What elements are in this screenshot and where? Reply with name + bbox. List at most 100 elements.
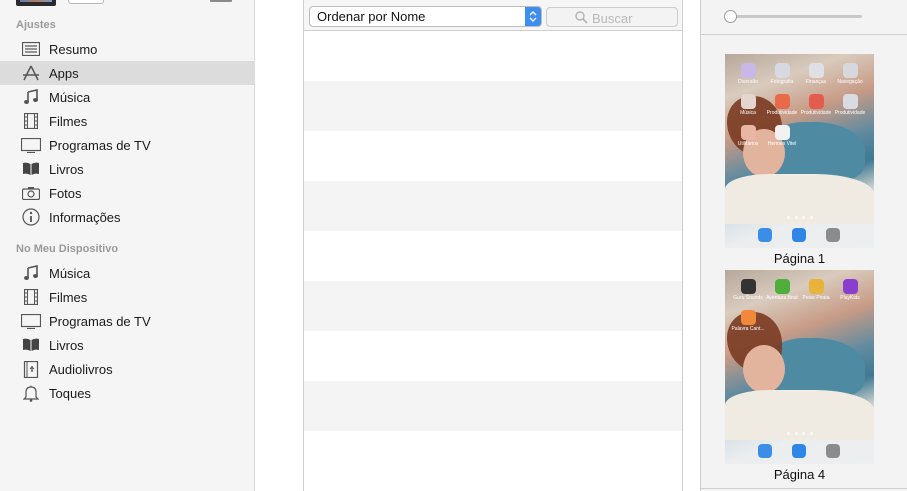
app-icon[interactable] xyxy=(741,279,756,294)
page-label: Página 4 xyxy=(773,467,826,482)
settings-gear-icon[interactable] xyxy=(826,228,840,242)
sidebar-item-device-toques[interactable]: Toques xyxy=(0,381,255,405)
sidebar-item-resumo[interactable]: Resumo xyxy=(0,37,255,61)
sidebar-item-label: Filmes xyxy=(49,289,88,305)
sidebar-item-label: Música xyxy=(49,89,91,105)
sidebar-item-livros[interactable]: Livros xyxy=(0,157,255,181)
app-icon[interactable] xyxy=(809,279,824,294)
sidebar-item-fotos[interactable]: Fotos xyxy=(0,181,255,205)
app-icon[interactable] xyxy=(775,125,790,140)
app-label: Navegação xyxy=(837,79,863,85)
zoom-slider[interactable] xyxy=(729,15,862,18)
tv-icon xyxy=(21,136,41,154)
sidebar-item-informacoes[interactable]: Informações xyxy=(0,205,255,229)
info-icon xyxy=(21,208,41,226)
mail-icon[interactable] xyxy=(792,444,806,458)
folder-icon[interactable] xyxy=(741,125,756,140)
search-input[interactable]: Buscar xyxy=(546,7,678,27)
sidebar-item-device-audiolivros[interactable]: Audiolivros xyxy=(0,357,255,381)
device-header xyxy=(0,0,255,10)
device-eject-button[interactable] xyxy=(68,0,104,4)
sidebar-item-device-filmes[interactable]: Filmes xyxy=(0,285,255,309)
app-label: Peixe Pirata xyxy=(802,295,830,301)
app-label: Música xyxy=(740,110,756,116)
book-icon xyxy=(21,160,41,178)
sidebar-item-label: Programas de TV xyxy=(49,137,151,153)
app-icon[interactable] xyxy=(843,279,858,294)
app-list-toolbar: Ordenar por Nome Buscar xyxy=(304,0,682,31)
sidebar-item-musica[interactable]: Música xyxy=(0,85,255,109)
folder-icon[interactable] xyxy=(741,63,756,78)
app-label: PlayKids xyxy=(840,295,860,301)
folder-icon[interactable] xyxy=(809,63,824,78)
home-screens-toolbar xyxy=(701,0,907,35)
search-placeholder: Buscar xyxy=(592,11,633,26)
section-header-settings: Ajustes xyxy=(16,19,56,31)
music-note-icon xyxy=(21,264,41,282)
list-row[interactable] xyxy=(304,381,682,431)
list-row[interactable] xyxy=(304,431,682,481)
zoom-slider-thumb[interactable] xyxy=(724,10,737,23)
film-icon xyxy=(21,288,41,306)
folder-icon[interactable] xyxy=(843,94,858,109)
sidebar-item-programas-de-tv[interactable]: Programas de TV xyxy=(0,133,255,157)
section-header-device: No Meu Dispositivo xyxy=(16,243,119,255)
list-row[interactable] xyxy=(304,231,682,281)
app-list-panel: Ordenar por Nome Buscar xyxy=(303,0,683,491)
safari-icon[interactable] xyxy=(758,444,772,458)
app-label: Palavra Cant... xyxy=(731,326,765,332)
book-icon xyxy=(21,336,41,354)
sidebar-item-device-programas-de-tv[interactable]: Programas de TV xyxy=(0,309,255,333)
home-page-1[interactable]: Diversão Fotografia Finanças Navegação M… xyxy=(725,54,874,270)
home-page-4[interactable]: Guru Sounds Aventura Bnut Peixe Pirata P… xyxy=(725,270,874,486)
sidebar-item-label: Filmes xyxy=(49,113,88,129)
sidebar-item-label: Música xyxy=(49,265,91,281)
sidebar-item-label: Resumo xyxy=(49,41,98,57)
sort-select-value: Ordenar por Nome xyxy=(317,9,426,24)
list-row[interactable] xyxy=(304,281,682,331)
home-page-screenshot[interactable]: Diversão Fotografia Finanças Navegação M… xyxy=(725,54,874,248)
folder-icon[interactable] xyxy=(809,94,824,109)
sidebar-item-device-musica[interactable]: Música xyxy=(0,261,255,285)
app-label: Diversão xyxy=(738,79,758,85)
page-dots xyxy=(787,216,813,219)
app-label: Produtividade xyxy=(766,110,798,116)
sidebar-item-label: Programas de TV xyxy=(49,313,151,329)
list-row[interactable] xyxy=(304,181,682,231)
app-label: Aventura Bnut xyxy=(766,295,798,301)
sidebar-item-device-livros[interactable]: Livros xyxy=(0,333,255,357)
music-note-icon xyxy=(21,88,41,106)
folder-icon[interactable] xyxy=(775,63,790,78)
app-label: Produtividade xyxy=(800,110,832,116)
folder-icon[interactable] xyxy=(843,63,858,78)
sidebar-item-apps[interactable]: Apps xyxy=(0,61,255,85)
list-row[interactable] xyxy=(304,331,682,381)
sidebar: Ajustes Resumo Apps Música Filmes Progra… xyxy=(0,0,255,491)
app-label: Fotografia xyxy=(770,79,794,85)
app-icon[interactable] xyxy=(775,279,790,294)
safari-icon[interactable] xyxy=(758,228,772,242)
home-page-screenshot[interactable]: Guru Sounds Aventura Bnut Peixe Pirata P… xyxy=(725,270,874,464)
search-icon xyxy=(575,11,588,29)
home-screens-panel: Diversão Fotografia Finanças Navegação M… xyxy=(700,0,907,491)
folder-icon[interactable] xyxy=(741,94,756,109)
app-icon[interactable] xyxy=(741,310,756,325)
folder-icon[interactable] xyxy=(775,94,790,109)
list-row[interactable] xyxy=(304,131,682,181)
camera-icon xyxy=(21,184,41,202)
list-row[interactable] xyxy=(304,31,682,81)
app-label: Finanças xyxy=(805,79,827,85)
chevron-updown-icon xyxy=(525,7,541,26)
settings-gear-icon[interactable] xyxy=(826,444,840,458)
sidebar-item-filmes[interactable]: Filmes xyxy=(0,109,255,133)
device-thumbnail[interactable] xyxy=(16,0,56,6)
sidebar-item-label: Informações xyxy=(49,209,121,225)
sort-select[interactable]: Ordenar por Nome xyxy=(309,6,542,27)
page-label: Página 1 xyxy=(773,251,826,266)
app-label: Guru Sounds xyxy=(733,295,763,301)
list-row[interactable] xyxy=(304,81,682,131)
film-icon xyxy=(21,112,41,130)
apps-icon xyxy=(21,64,41,82)
mail-icon[interactable] xyxy=(792,228,806,242)
app-list xyxy=(304,31,682,481)
